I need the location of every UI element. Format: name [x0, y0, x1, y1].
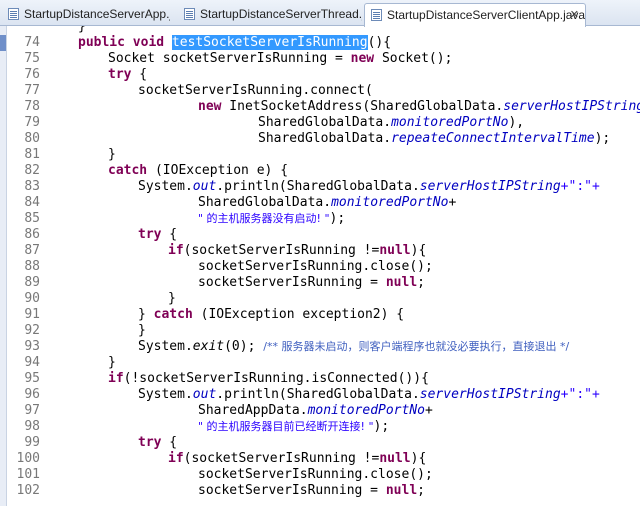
code-line: 96 System.out.println(SharedGlobalData.se… — [0, 387, 640, 403]
code-line: 83 System.out.println(SharedGlobalData.se… — [0, 179, 640, 195]
line-number: 77 — [24, 83, 40, 98]
line-number: 91 — [24, 307, 40, 322]
code-line: 79 SharedGlobalData.monitoredPortNo), — [0, 115, 640, 131]
line-number: 92 — [24, 323, 40, 338]
line-number: 78 — [24, 99, 40, 114]
line-number: 85 — [24, 211, 40, 226]
code-line: 92} — [0, 323, 640, 339]
code-line: 74 public void testSocketServerIsRunning(… — [0, 35, 640, 51]
line-number: 88 — [24, 259, 40, 274]
line-number: 75 — [24, 51, 40, 66]
code-editor[interactable]: } 74 public void testSocketServerIsRunnin… — [0, 26, 640, 506]
line-number: 99 — [24, 435, 40, 450]
line-number: 97 — [24, 403, 40, 418]
code-line: } — [78, 26, 86, 34]
line-number: 74 — [24, 35, 40, 50]
java-file-icon — [8, 8, 19, 20]
code-line: 86 try { — [0, 227, 640, 243]
code-line: 84 SharedGlobalData.monitoredPortNo+ — [0, 195, 640, 211]
line-number: 76 — [24, 67, 40, 82]
code-line: 88 socketServerIsRunning.close(); — [0, 259, 640, 275]
line-number: 79 — [24, 115, 40, 130]
line-number: 101 — [16, 467, 40, 482]
code-line: 100 if(socketServerIsRunning !=null){ — [0, 451, 640, 467]
java-file-icon — [184, 8, 195, 20]
editor-tab-bar: StartupDistanceServerApp.java StartupDis… — [0, 0, 640, 27]
selected-method-name[interactable]: testSocketServerIsRunning — [171, 35, 368, 50]
code-line: 93 System.exit(0); /** 服务器未启动，则客户端程序也就没必要… — [0, 339, 640, 355]
line-number: 94 — [24, 355, 40, 370]
line-number: 96 — [24, 387, 40, 402]
code-line: 94} — [0, 355, 640, 371]
code-line: 90} — [0, 291, 640, 307]
java-file-icon — [371, 9, 382, 21]
line-number: 90 — [24, 291, 40, 306]
line-number: 98 — [24, 419, 40, 434]
line-number: 95 — [24, 371, 40, 386]
code-line: 102 socketServerIsRunning = null; — [0, 483, 640, 499]
tab-startup-distance-server-thread[interactable]: StartupDistanceServerThread.java — [178, 3, 362, 26]
line-number: 84 — [24, 195, 40, 210]
line-number: 100 — [16, 451, 40, 466]
tab-label: StartupDistanceServerThread.java — [200, 7, 362, 21]
code-line: 91} catch (IOException exception2) { — [0, 307, 640, 323]
line-number: 87 — [24, 243, 40, 258]
close-tab-icon[interactable]: ✕ — [570, 4, 579, 26]
code-line: 101 socketServerIsRunning.close(); — [0, 467, 640, 483]
code-line: 89 socketServerIsRunning = null; — [0, 275, 640, 291]
line-number: 102 — [16, 483, 40, 498]
code-line: 76 try { — [0, 67, 640, 83]
line-number: 86 — [24, 227, 40, 242]
line-number: 93 — [24, 339, 40, 354]
line-number: 81 — [24, 147, 40, 162]
tab-label: StartupDistanceServerClientApp.java — [387, 8, 586, 22]
code-line: 87 if(socketServerIsRunning !=null){ — [0, 243, 640, 259]
line-number: 82 — [24, 163, 40, 178]
code-line: 97 SharedAppData.monitoredPortNo+ — [0, 403, 640, 419]
line-number: 80 — [24, 131, 40, 146]
tab-startup-distance-server-app[interactable]: StartupDistanceServerApp.java — [2, 3, 170, 26]
code-line: 77 socketServerIsRunning.connect( — [0, 83, 640, 99]
tab-startup-distance-server-client-app[interactable]: StartupDistanceServerClientApp.java ✕ — [364, 3, 586, 27]
tab-label: StartupDistanceServerApp.java — [24, 7, 170, 21]
code-line: 81} — [0, 147, 640, 163]
code-line: 99 try { — [0, 435, 640, 451]
code-line: 75 Socket socketServerIsRunning = new Soc… — [0, 51, 640, 67]
code-line: 98 " 的主机服务器目前已经断开连接! "); — [0, 419, 640, 435]
code-line: 95 if(!socketServerIsRunning.isConnected(… — [0, 371, 640, 387]
code-line: 80 SharedGlobalData.repeateConnectInterva… — [0, 131, 640, 147]
code-line: 78 new InetSocketAddress(SharedGlobalData… — [0, 99, 640, 115]
code-line: 85 " 的主机服务器没有启动! "); — [0, 211, 640, 227]
line-number: 89 — [24, 275, 40, 290]
line-number: 83 — [24, 179, 40, 194]
code-line: 82 catch (IOException e) { — [0, 163, 640, 179]
